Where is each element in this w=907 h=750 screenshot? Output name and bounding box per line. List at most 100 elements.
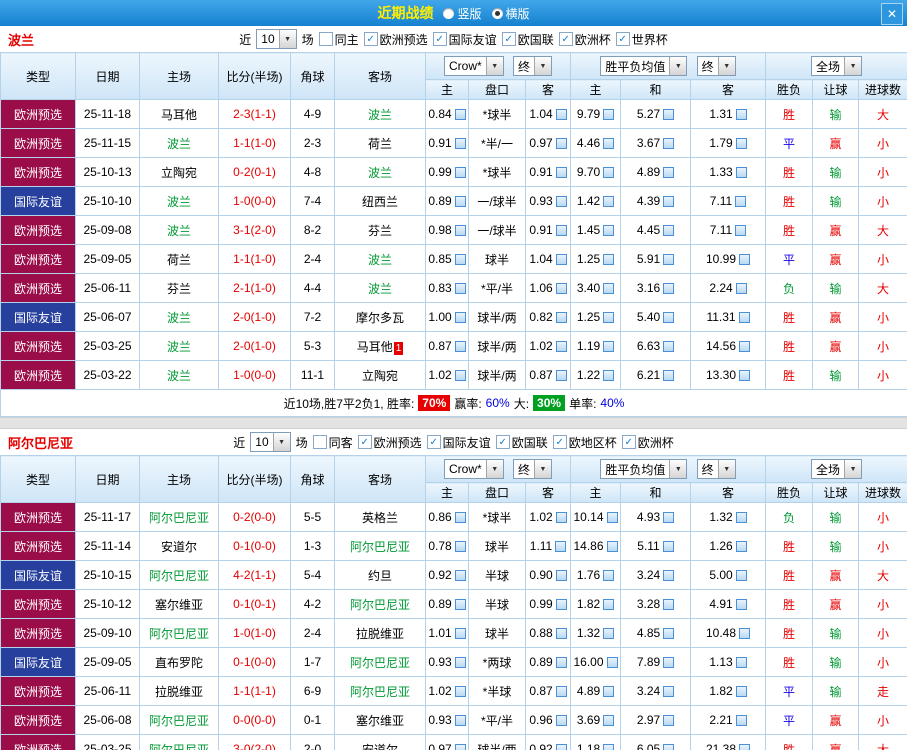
odds-history-icon[interactable] <box>663 656 675 668</box>
odds-history-icon[interactable] <box>663 569 675 581</box>
odds-history-icon[interactable] <box>454 511 466 523</box>
odds-history-icon[interactable] <box>735 282 747 294</box>
filter-同主[interactable]: 同主 <box>318 31 359 48</box>
odds-history-icon[interactable] <box>738 311 750 323</box>
odds-history-icon[interactable] <box>663 369 675 381</box>
odds-history-icon[interactable] <box>555 743 567 750</box>
odds-history-icon[interactable] <box>555 656 567 668</box>
odds-history-icon[interactable] <box>735 137 747 149</box>
odds-history-icon[interactable] <box>603 108 615 120</box>
odds-history-icon[interactable] <box>735 656 747 668</box>
odds-history-icon[interactable] <box>663 340 675 352</box>
odds-history-icon[interactable] <box>735 195 747 207</box>
odds-history-icon[interactable] <box>603 598 615 610</box>
odds-history-icon[interactable] <box>454 598 466 610</box>
wdl-average-select[interactable]: 胜平负均值 ▼ <box>600 56 688 76</box>
odds-history-icon[interactable] <box>555 108 567 120</box>
wdl-average-select[interactable]: 胜平负均值 ▼ <box>600 459 688 479</box>
odds-history-icon[interactable] <box>735 598 747 610</box>
odds-history-icon[interactable] <box>555 282 567 294</box>
wdl-stage-select[interactable]: 终 ▼ <box>696 56 736 76</box>
odds-history-icon[interactable] <box>735 511 747 523</box>
odds-history-icon[interactable] <box>454 714 466 726</box>
filter-欧洲杯[interactable]: ✓ 欧洲杯 <box>558 31 611 48</box>
odds-history-icon[interactable] <box>555 511 567 523</box>
filter-国际友谊[interactable]: ✓ 国际友谊 <box>432 31 497 48</box>
filter-欧地区杯[interactable]: ✓ 欧地区杯 <box>552 434 617 451</box>
odds-history-icon[interactable] <box>735 714 747 726</box>
odds-history-icon[interactable] <box>454 195 466 207</box>
odds-history-icon[interactable] <box>603 340 615 352</box>
odds-history-icon[interactable] <box>454 224 466 236</box>
odds-history-icon[interactable] <box>603 224 615 236</box>
odds-history-icon[interactable] <box>735 540 747 552</box>
odds-history-icon[interactable] <box>663 166 675 178</box>
odds-history-icon[interactable] <box>739 253 751 265</box>
odds-history-icon[interactable] <box>603 311 615 323</box>
odds-history-icon[interactable] <box>555 569 567 581</box>
odds-history-icon[interactable] <box>603 714 615 726</box>
odds-history-icon[interactable] <box>739 743 751 750</box>
odds-history-icon[interactable] <box>454 137 466 149</box>
odds-history-icon[interactable] <box>555 598 567 610</box>
odds-history-icon[interactable] <box>603 166 615 178</box>
odds-history-icon[interactable] <box>603 627 615 639</box>
odds-history-icon[interactable] <box>735 685 747 697</box>
odds-history-icon[interactable] <box>606 656 618 668</box>
odds-history-icon[interactable] <box>663 511 675 523</box>
odds-history-icon[interactable] <box>555 311 567 323</box>
odds-history-icon[interactable] <box>735 569 747 581</box>
odds-history-icon[interactable] <box>555 224 567 236</box>
odds-history-icon[interactable] <box>555 137 567 149</box>
odds-history-icon[interactable] <box>454 656 466 668</box>
odds-history-icon[interactable] <box>603 137 615 149</box>
filter-国际友谊[interactable]: ✓ 国际友谊 <box>426 434 491 451</box>
odds-history-icon[interactable] <box>555 540 567 552</box>
match-scope-select[interactable]: 全场 ▼ <box>811 459 863 479</box>
odds-history-icon[interactable] <box>735 108 747 120</box>
odds-history-icon[interactable] <box>603 685 615 697</box>
odds-history-icon[interactable] <box>603 569 615 581</box>
wdl-stage-select[interactable]: 终 ▼ <box>696 459 736 479</box>
odds-history-icon[interactable] <box>663 224 675 236</box>
odds-history-icon[interactable] <box>603 282 615 294</box>
filter-世界杯[interactable]: ✓ 世界杯 <box>615 31 668 48</box>
odds-history-icon[interactable] <box>454 253 466 265</box>
odds-history-icon[interactable] <box>454 627 466 639</box>
odds-history-icon[interactable] <box>454 540 466 552</box>
odds-history-icon[interactable] <box>603 743 615 750</box>
odds-history-icon[interactable] <box>735 166 747 178</box>
odds-history-icon[interactable] <box>454 311 466 323</box>
close-button[interactable]: ✕ <box>881 3 903 25</box>
filter-欧洲预选[interactable]: ✓ 欧洲预选 <box>357 434 422 451</box>
odds-history-icon[interactable] <box>454 340 466 352</box>
odds-history-icon[interactable] <box>663 195 675 207</box>
odds-history-icon[interactable] <box>662 540 674 552</box>
filter-欧国联[interactable]: ✓ 欧国联 <box>501 31 554 48</box>
odds-history-icon[interactable] <box>739 627 751 639</box>
odds-history-icon[interactable] <box>663 108 675 120</box>
odds-history-icon[interactable] <box>663 627 675 639</box>
odds-history-icon[interactable] <box>663 311 675 323</box>
odds-history-icon[interactable] <box>454 108 466 120</box>
odds-history-icon[interactable] <box>603 253 615 265</box>
bookmaker-select[interactable]: Crow* ▼ <box>443 459 504 479</box>
filter-欧洲预选[interactable]: ✓ 欧洲预选 <box>363 31 428 48</box>
odds-history-icon[interactable] <box>663 685 675 697</box>
odds-stage-select[interactable]: 终 ▼ <box>513 56 553 76</box>
odds-history-icon[interactable] <box>735 224 747 236</box>
odds-history-icon[interactable] <box>555 253 567 265</box>
odds-history-icon[interactable] <box>454 569 466 581</box>
odds-history-icon[interactable] <box>454 369 466 381</box>
bookmaker-select[interactable]: Crow* ▼ <box>443 56 504 76</box>
odds-history-icon[interactable] <box>663 714 675 726</box>
recent-count-select[interactable]: 10 ▼ <box>256 29 297 49</box>
odds-history-icon[interactable] <box>454 743 466 750</box>
odds-history-icon[interactable] <box>454 685 466 697</box>
odds-history-icon[interactable] <box>555 166 567 178</box>
odds-history-icon[interactable] <box>454 166 466 178</box>
recent-count-select[interactable]: 10 ▼ <box>250 432 291 452</box>
odds-history-icon[interactable] <box>555 627 567 639</box>
odds-history-icon[interactable] <box>739 369 751 381</box>
layout-horizontal-radio[interactable]: 横版 <box>491 5 530 22</box>
